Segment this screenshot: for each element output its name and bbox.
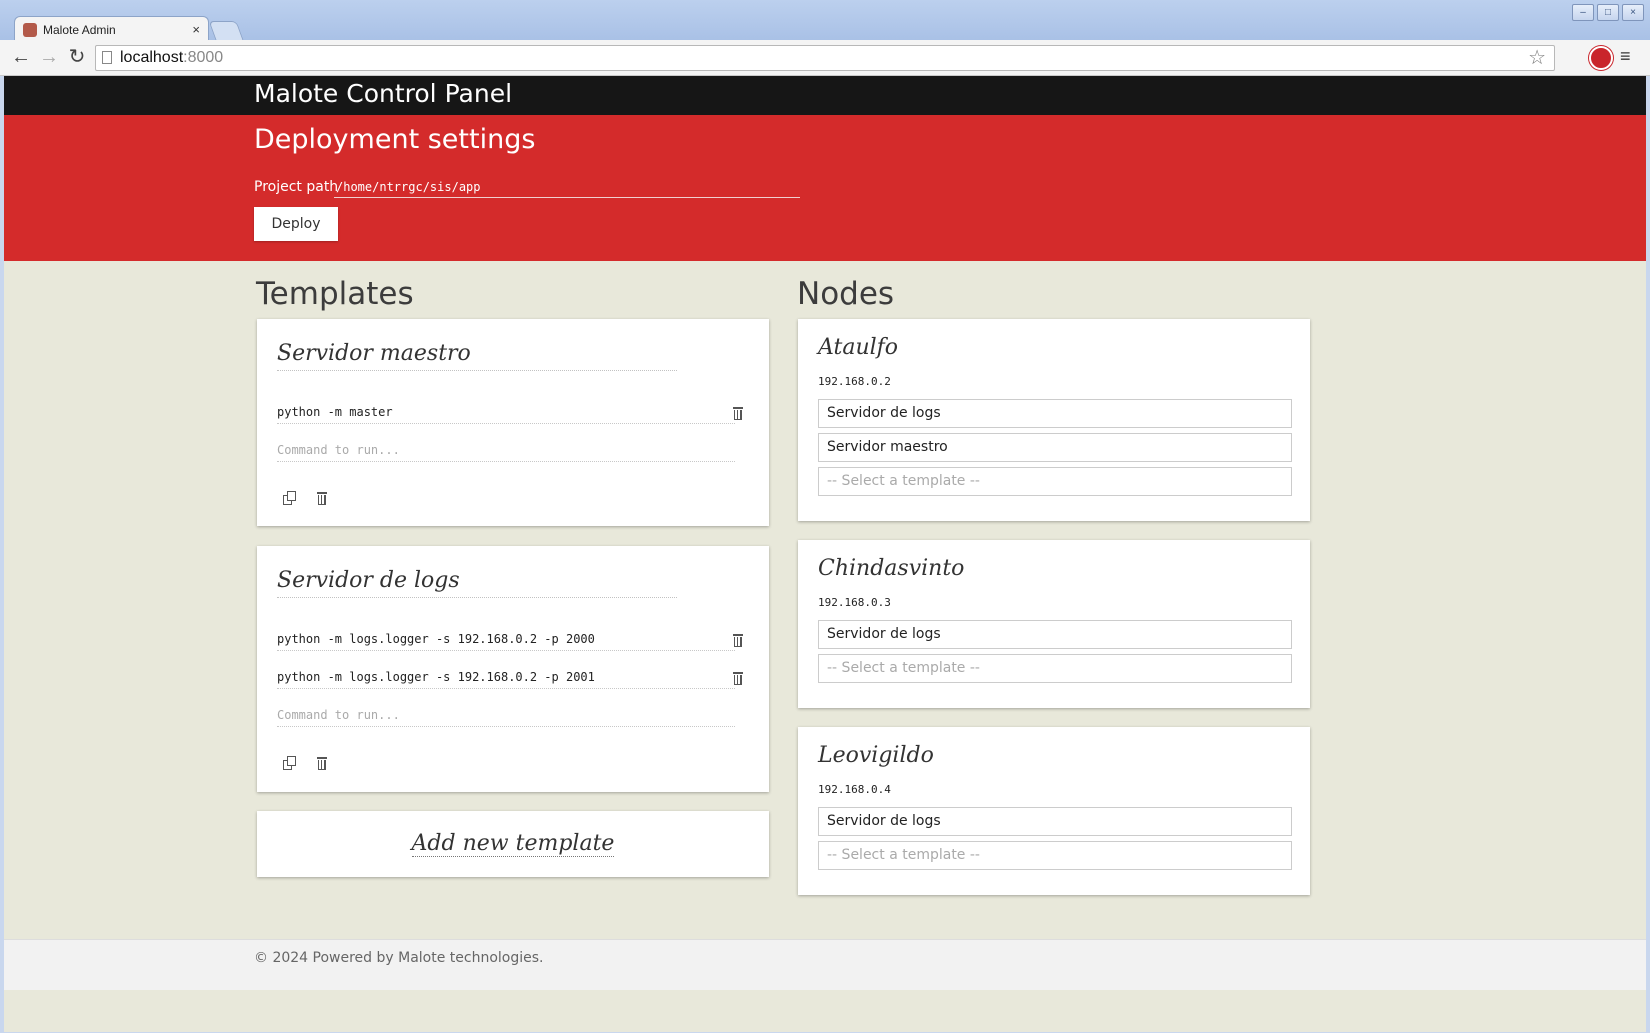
node-ip: 192.168.0.3 xyxy=(818,596,891,609)
node-template-select[interactable]: Servidor maestro xyxy=(818,433,1292,462)
browser-menu-icon[interactable]: ≡ xyxy=(1620,46,1631,67)
extension-icon[interactable] xyxy=(1589,46,1613,70)
add-template-card[interactable]: Add new template xyxy=(257,811,769,877)
new-tab-button[interactable] xyxy=(208,21,244,40)
node-template-select[interactable]: Servidor de logs xyxy=(818,620,1292,649)
address-bar[interactable]: localhost:8000 ☆ xyxy=(95,45,1555,71)
bookmark-star-icon[interactable]: ☆ xyxy=(1528,46,1546,70)
favicon-icon xyxy=(23,23,37,37)
new-command-input[interactable]: Command to run... xyxy=(277,708,735,727)
add-template-label: Add new template xyxy=(411,831,615,857)
node-template-select[interactable]: -- Select a template -- xyxy=(818,654,1292,683)
page-footer: © 2024 Powered by Malote technologies. xyxy=(4,939,1646,990)
new-command-input[interactable]: Command to run... xyxy=(277,443,735,462)
deployment-title: Deployment settings xyxy=(254,124,536,155)
minimize-icon[interactable]: – xyxy=(1572,4,1594,21)
node-ip: 192.168.0.4 xyxy=(818,783,891,796)
nodes-heading: Nodes xyxy=(797,276,895,312)
node-ip: 192.168.0.2 xyxy=(818,375,891,388)
url-port: :8000 xyxy=(183,49,224,66)
templates-heading: Templates xyxy=(256,276,414,312)
deploy-button[interactable]: Deploy xyxy=(254,207,338,241)
command-field[interactable]: python -m logs.logger -s 192.168.0.2 -p … xyxy=(277,632,735,651)
browser-titlebar: Malote Admin × – □ × xyxy=(0,0,1650,42)
footer-text: © 2024 Powered by Malote technologies. xyxy=(254,950,544,966)
delete-command-icon[interactable] xyxy=(732,672,744,685)
maximize-icon[interactable]: □ xyxy=(1597,4,1619,21)
node-template-select[interactable]: -- Select a template -- xyxy=(818,841,1292,870)
page-viewport: Malote Control Panel Deployment settings… xyxy=(4,76,1646,1032)
window-close-icon[interactable]: × xyxy=(1622,4,1644,21)
delete-command-icon[interactable] xyxy=(732,407,744,420)
node-name: Leovigildo xyxy=(818,743,934,768)
reload-icon[interactable]: ↻ xyxy=(65,45,89,69)
url-host: localhost xyxy=(120,49,184,66)
command-field[interactable]: python -m logs.logger -s 192.168.0.2 -p … xyxy=(277,670,735,689)
node-name: Chindasvinto xyxy=(818,556,965,581)
back-icon[interactable]: ← xyxy=(9,45,33,69)
node-name: Ataulfo xyxy=(818,335,899,360)
template-card: Servidor de logs python -m logs.logger -… xyxy=(257,546,769,792)
browser-tab[interactable]: Malote Admin × xyxy=(14,16,209,42)
command-field[interactable]: python -m master xyxy=(277,405,735,424)
top-navbar: Malote Control Panel xyxy=(4,76,1646,115)
node-card: Ataulfo 192.168.0.2 Servidor de logs Ser… xyxy=(798,319,1310,521)
node-card: Leovigildo 192.168.0.4 Servidor de logs … xyxy=(798,727,1310,895)
deployment-panel: Deployment settings Project path Deploy xyxy=(4,115,1646,261)
add-template-link[interactable]: Add new template xyxy=(257,831,769,857)
forward-icon[interactable]: → xyxy=(37,45,61,69)
node-template-select[interactable]: Servidor de logs xyxy=(818,807,1292,836)
duplicate-template-icon[interactable] xyxy=(283,756,297,770)
node-card: Chindasvinto 192.168.0.3 Servidor de log… xyxy=(798,540,1310,708)
delete-template-icon[interactable] xyxy=(316,492,328,505)
template-name[interactable]: Servidor de logs xyxy=(277,568,677,598)
project-path-input[interactable] xyxy=(334,177,800,198)
delete-command-icon[interactable] xyxy=(732,634,744,647)
template-card: Servidor maestro python -m master Comman… xyxy=(257,319,769,526)
browser-toolbar: ← → ↻ localhost:8000 ☆ xyxy=(0,40,1650,76)
delete-template-icon[interactable] xyxy=(316,757,328,770)
node-template-select[interactable]: -- Select a template -- xyxy=(818,467,1292,496)
page-icon xyxy=(102,51,112,64)
node-template-select[interactable]: Servidor de logs xyxy=(818,399,1292,428)
template-name[interactable]: Servidor maestro xyxy=(277,341,677,371)
brand-title[interactable]: Malote Control Panel xyxy=(254,79,512,108)
duplicate-template-icon[interactable] xyxy=(283,491,297,505)
project-path-label: Project path xyxy=(254,179,339,195)
url-text: localhost:8000 xyxy=(120,46,223,70)
